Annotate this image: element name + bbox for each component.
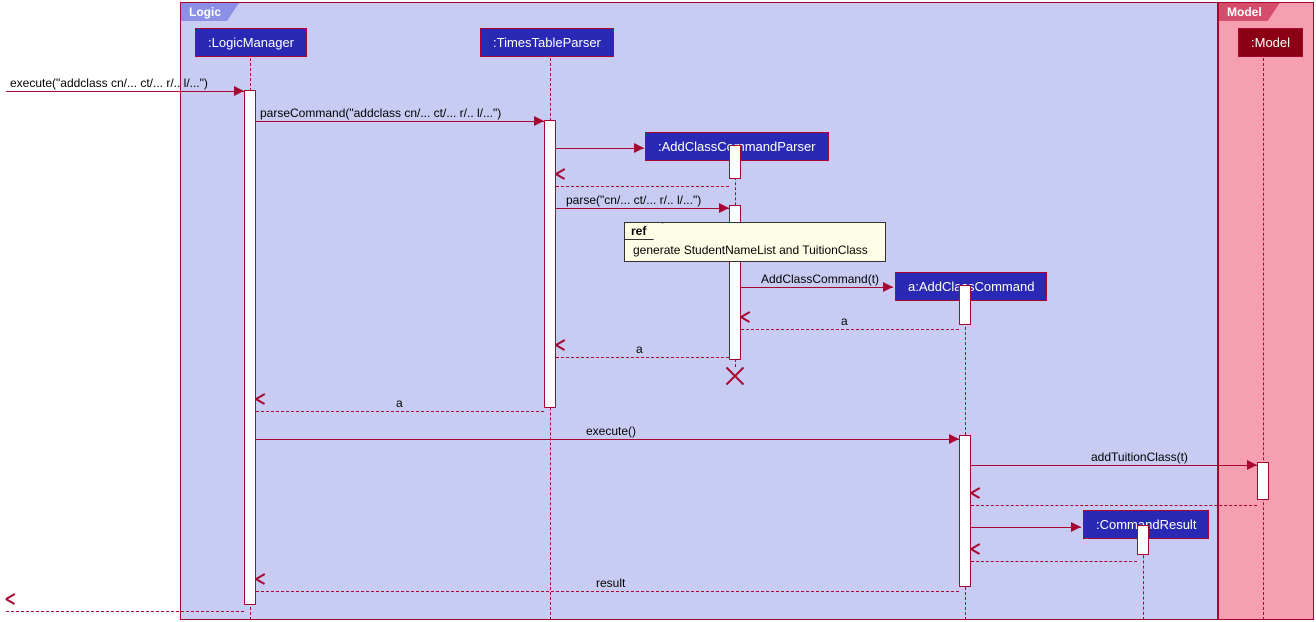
msg-create-result [971,514,1081,528]
msg-create-parser-return [556,173,729,187]
msg-create-command: AddClassCommand(t) [741,274,893,288]
add-class-parser-activation-1 [729,145,741,179]
msg-create-result-return [971,548,1137,562]
times-table-parser-activation [544,120,556,408]
times-table-parser-head: :TimesTableParser [480,28,614,57]
ref-body: generate StudentNameList and TuitionClas… [625,223,885,263]
logic-manager-head: :LogicManager [195,28,307,57]
logic-frame-title: Logic [181,3,239,21]
command-result-activation [1137,525,1149,555]
model-frame-title: Model [1219,3,1280,21]
model-head: :Model [1238,28,1303,57]
logic-manager-activation [244,90,256,605]
msg-execute: execute() [256,426,959,440]
msg-final-return [6,598,244,612]
add-class-command-head: a:AddClassCommand [895,272,1047,301]
msg-create-parser [556,135,644,149]
model-frame: Model [1218,2,1314,620]
msg-result: result [256,578,959,592]
msg-return-a-1: a [741,316,959,330]
msg-parse-command: parseCommand("addclass cn/... ct/... r/.… [256,108,544,122]
msg-add-tuition-return [971,492,1257,506]
msg-return-a-3: a [256,398,544,412]
msg-return-a-2: a [556,344,729,358]
msg-execute-entry: execute("addclass cn/... ct/... r/.. l/.… [6,78,244,92]
msg-parse: parse("cn/... ct/... r/.. l/...") [556,195,729,209]
model-lifeline [1263,58,1264,620]
destroy-parser-icon [723,363,747,387]
add-class-command-activation-1 [959,285,971,325]
model-activation [1257,462,1269,500]
ref-fragment: ref generate StudentNameList and Tuition… [624,222,886,262]
add-class-command-activation-2 [959,435,971,587]
msg-add-tuition: addTuitionClass(t) [971,452,1257,466]
